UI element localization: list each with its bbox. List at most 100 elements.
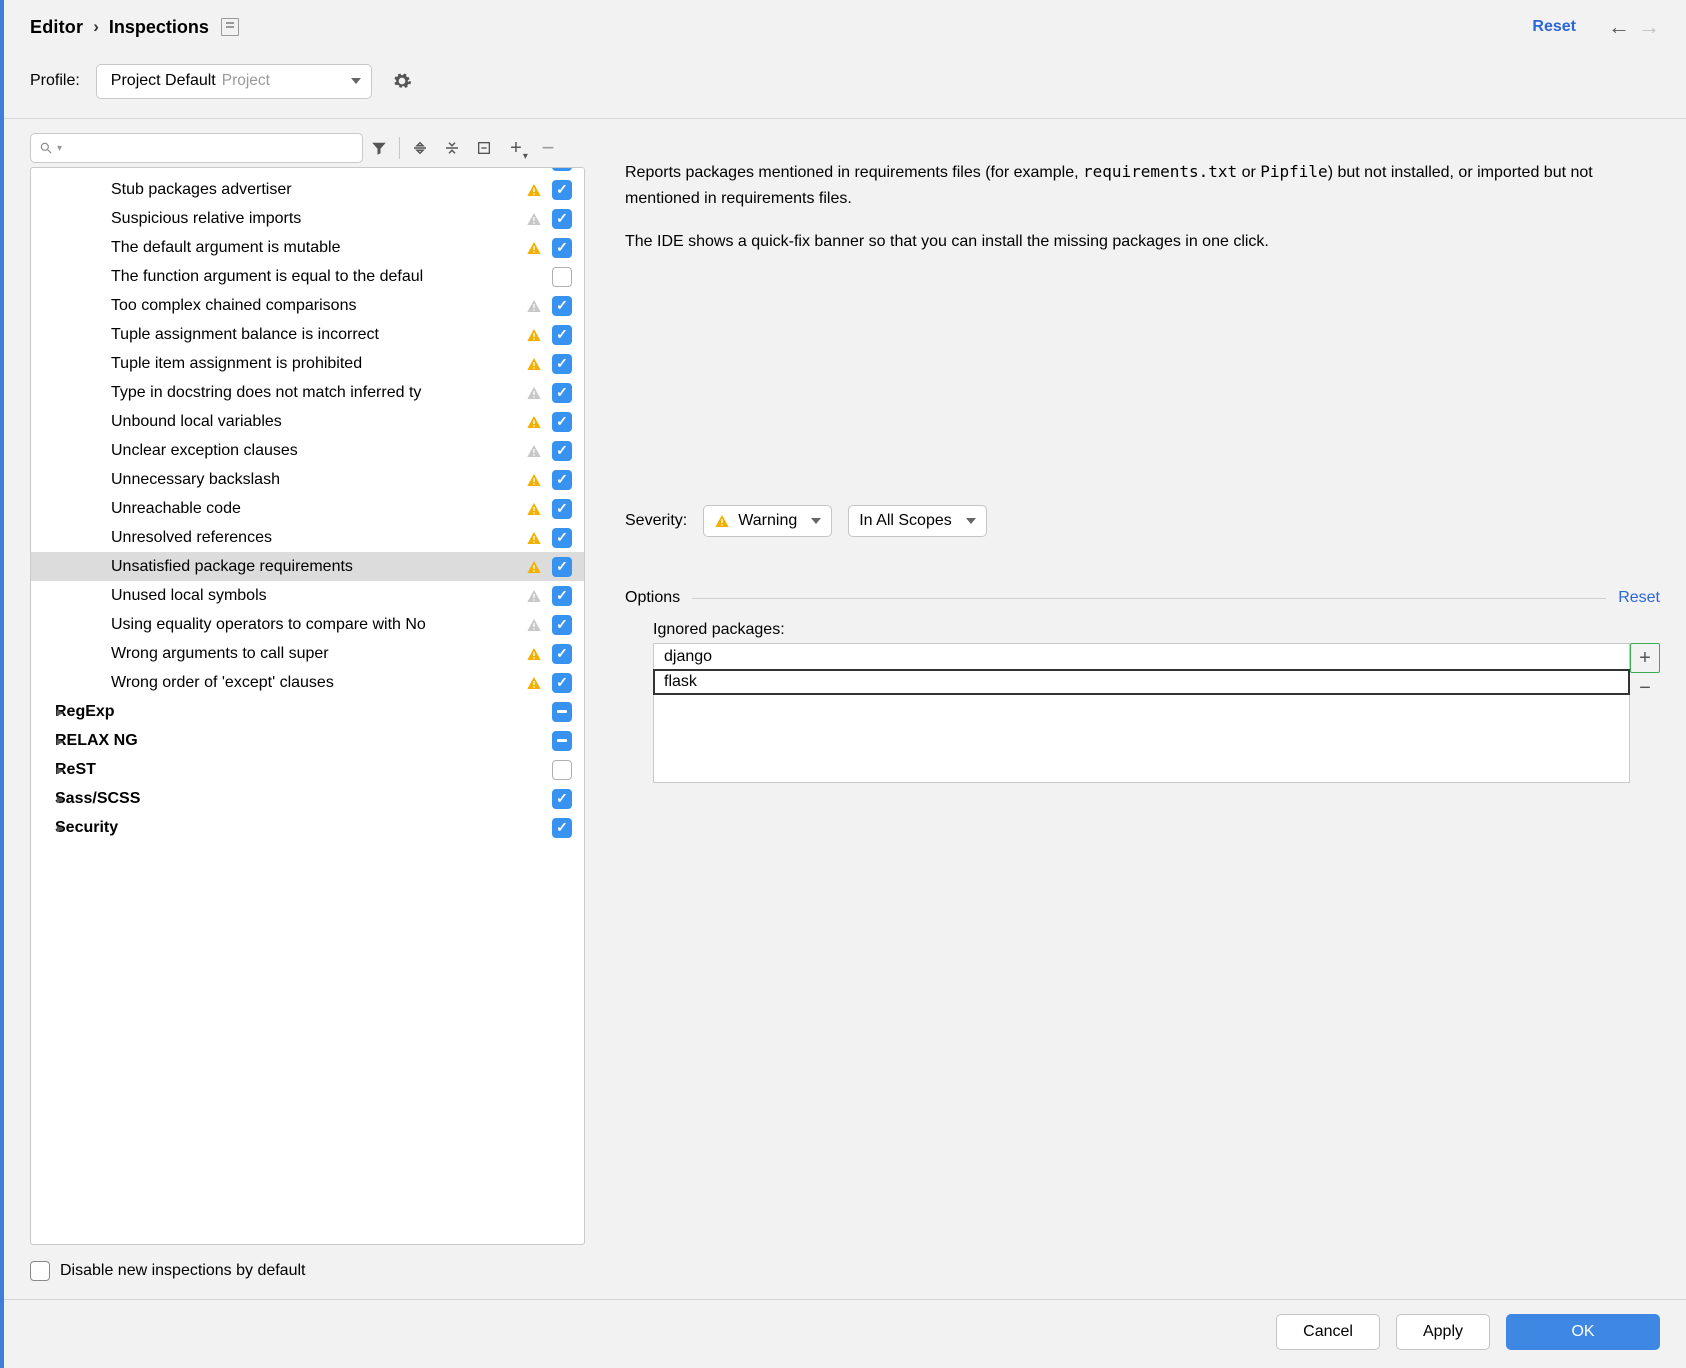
expand-all-button[interactable]	[404, 134, 436, 162]
options-reset-link[interactable]: Reset	[1618, 589, 1660, 607]
ok-button[interactable]: OK	[1506, 1314, 1660, 1350]
breadcrumb-parent[interactable]: Editor	[30, 17, 83, 38]
inspection-tree[interactable]: Statement has no effectStub packages adv…	[30, 167, 585, 1245]
inspection-item[interactable]: Stub packages advertiser	[31, 175, 584, 204]
collapse-section-icon[interactable]	[221, 18, 239, 36]
inspection-checkbox[interactable]	[552, 673, 572, 693]
inspection-checkbox[interactable]	[552, 818, 572, 838]
inspection-checkbox[interactable]	[552, 354, 572, 374]
profile-select[interactable]: Project Default Project	[96, 64, 372, 99]
warning-triangle-icon	[526, 501, 542, 517]
inspection-item[interactable]: The function argument is equal to the de…	[31, 262, 584, 291]
inspection-checkbox[interactable]	[552, 615, 572, 635]
inspection-checkbox[interactable]	[552, 441, 572, 461]
inspection-item[interactable]: Statement has no effect	[31, 168, 584, 175]
inspection-checkbox[interactable]	[552, 557, 572, 577]
chevron-right-icon[interactable]: ▸	[53, 763, 67, 777]
inspection-label: Unreachable code	[111, 500, 520, 518]
page-title: Inspections	[109, 17, 209, 38]
remove-inspection-button[interactable]: −	[532, 134, 564, 162]
ignored-package-item[interactable]: flask	[653, 669, 1630, 695]
profile-gear-button[interactable]	[388, 67, 416, 95]
inspection-item[interactable]: Type in docstring does not match inferre…	[31, 378, 584, 407]
inspection-checkbox[interactable]	[552, 325, 572, 345]
severity-combo[interactable]: Warning	[703, 505, 832, 537]
inspection-checkbox[interactable]	[552, 296, 572, 316]
inspection-item[interactable]: Too complex chained comparisons	[31, 291, 584, 320]
profile-label: Profile:	[30, 72, 80, 90]
inspection-checkbox[interactable]	[552, 168, 572, 171]
profile-row: Profile: Project Default Project	[4, 58, 1686, 119]
inspection-checkbox[interactable]	[552, 731, 572, 751]
inspection-item[interactable]: Unreachable code	[31, 494, 584, 523]
inspection-category[interactable]: ▸ReST	[31, 755, 584, 784]
warning-triangle-icon	[526, 443, 542, 459]
add-ignored-button[interactable]: +	[1630, 643, 1660, 673]
inspection-checkbox[interactable]	[552, 470, 572, 490]
reset-default-button[interactable]	[468, 134, 500, 162]
inspection-checkbox[interactable]	[552, 644, 572, 664]
search-input[interactable]	[66, 139, 354, 157]
reset-link[interactable]: Reset	[1532, 18, 1576, 36]
scope-value: In All Scopes	[859, 512, 952, 530]
inspection-checkbox[interactable]	[552, 267, 572, 287]
inspection-checkbox[interactable]	[552, 586, 572, 606]
inspection-item[interactable]: Unbound local variables	[31, 407, 584, 436]
collapse-all-icon	[443, 139, 461, 157]
minus-icon: −	[542, 135, 555, 161]
inspection-checkbox[interactable]	[552, 180, 572, 200]
inspection-label: Unclear exception clauses	[111, 442, 520, 460]
inspection-item[interactable]: Tuple item assignment is prohibited	[31, 349, 584, 378]
inspection-item[interactable]: Unused local symbols	[31, 581, 584, 610]
inspection-checkbox[interactable]	[552, 209, 572, 229]
inspection-category[interactable]: ▸RELAX NG	[31, 726, 584, 755]
chevron-right-icon[interactable]: ▸	[53, 705, 67, 719]
ignored-packages-list[interactable]: djangoflask	[653, 643, 1630, 783]
inspection-label: Sass/SCSS	[55, 790, 542, 808]
inspection-checkbox[interactable]	[552, 238, 572, 258]
inspection-checkbox[interactable]	[552, 702, 572, 722]
chevron-right-icon[interactable]: ▸	[53, 792, 67, 806]
severity-label: Severity:	[625, 512, 687, 530]
inspection-item[interactable]: The default argument is mutable	[31, 233, 584, 262]
inspection-item[interactable]: Using equality operators to compare with…	[31, 610, 584, 639]
inspection-item[interactable]: Tuple assignment balance is incorrect	[31, 320, 584, 349]
add-inspection-button[interactable]: +▾	[500, 134, 532, 162]
inspection-checkbox[interactable]	[552, 412, 572, 432]
inspection-category[interactable]: ▸Sass/SCSS	[31, 784, 584, 813]
inspection-label: Unnecessary backslash	[111, 471, 520, 489]
filter-button[interactable]	[363, 134, 395, 162]
gear-icon	[392, 71, 412, 91]
inspection-checkbox[interactable]	[552, 528, 572, 548]
chevron-right-icon[interactable]: ▸	[53, 734, 67, 748]
apply-button[interactable]: Apply	[1396, 1314, 1490, 1350]
inspection-item[interactable]: Unresolved references	[31, 523, 584, 552]
inspection-category[interactable]: ▸RegExp	[31, 697, 584, 726]
inspection-checkbox[interactable]	[552, 383, 572, 403]
inspection-description: Reports packages mentioned in requiremen…	[625, 143, 1660, 271]
minus-icon: −	[1639, 677, 1651, 700]
scope-combo[interactable]: In All Scopes	[848, 505, 987, 537]
cancel-button[interactable]: Cancel	[1276, 1314, 1380, 1350]
inspection-checkbox[interactable]	[552, 499, 572, 519]
inspection-item[interactable]: Unnecessary backslash	[31, 465, 584, 494]
inspection-category[interactable]: ▸Security	[31, 813, 584, 842]
ignored-package-item[interactable]: django	[654, 644, 1629, 670]
inspection-item[interactable]: Unsatisfied package requirements	[31, 552, 584, 581]
disable-new-checkbox[interactable]	[30, 1261, 50, 1281]
chevron-right-icon[interactable]: ▸	[53, 821, 67, 835]
inspection-item[interactable]: Unclear exception clauses	[31, 436, 584, 465]
inspection-item[interactable]: Wrong arguments to call super	[31, 639, 584, 668]
warning-triangle-icon	[526, 646, 542, 662]
chevron-down-icon	[811, 518, 821, 524]
inspection-item[interactable]: Wrong order of 'except' clauses	[31, 668, 584, 697]
inspection-label: Wrong order of 'except' clauses	[111, 674, 520, 692]
back-arrow-icon[interactable]: ←	[1608, 14, 1630, 40]
inspection-item[interactable]: Suspicious relative imports	[31, 204, 584, 233]
inspection-checkbox[interactable]	[552, 760, 572, 780]
remove-ignored-button[interactable]: −	[1630, 673, 1660, 703]
search-box[interactable]: ▾	[30, 133, 363, 163]
collapse-all-button[interactable]	[436, 134, 468, 162]
inspection-checkbox[interactable]	[552, 789, 572, 809]
inspection-toolbar: ▾ +▾ −	[30, 131, 585, 165]
